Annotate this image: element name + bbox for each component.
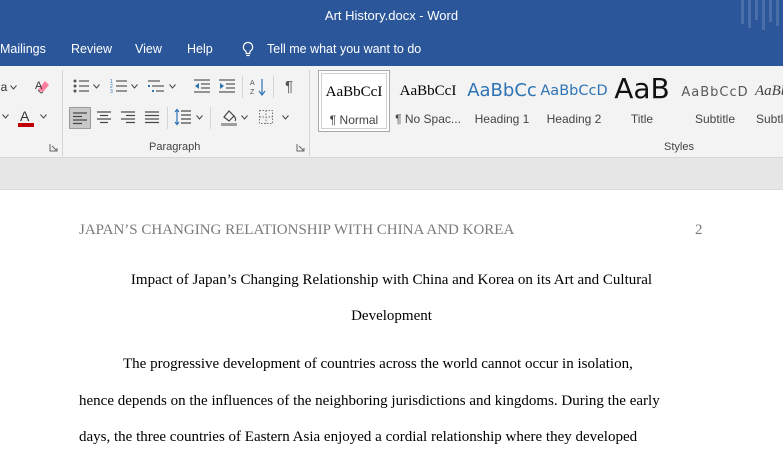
style-subtle-emphasis[interactable]: AaBb Subtl	[753, 70, 783, 132]
tab-help[interactable]: Help	[187, 38, 213, 60]
ribbon-separator	[309, 70, 310, 156]
style-no-spacing[interactable]: AaBbCcI ¶ No Spac...	[392, 70, 464, 132]
style-preview: AaBbCcD	[540, 83, 608, 99]
style-name: Subtitle	[694, 112, 736, 126]
shading-icon[interactable]	[219, 107, 239, 127]
line-spacing-icon[interactable]	[174, 108, 192, 126]
tab-mailings[interactable]: Mailings	[0, 38, 46, 60]
multilevel-list-icon[interactable]	[147, 77, 165, 95]
show-formatting-marks-icon[interactable]: ¶	[280, 77, 298, 95]
document-heading[interactable]: Impact of Japan’s Changing Relationship …	[0, 272, 783, 289]
title-bar: Art History.docx - Word Mailings Review …	[0, 0, 783, 66]
tell-me-search[interactable]: Tell me what you want to do	[267, 38, 421, 60]
title-bar-pattern-icon	[741, 0, 779, 30]
svg-text:Z: Z	[250, 89, 255, 96]
lightbulb-icon[interactable]	[240, 41, 256, 58]
tab-review[interactable]: Review	[71, 38, 112, 60]
ribbon-separator	[62, 70, 63, 156]
svg-text:A: A	[20, 108, 30, 124]
svg-text:A: A	[35, 80, 43, 92]
paragraph-group-label: Paragraph	[149, 141, 201, 153]
ribbon-separator	[242, 76, 243, 98]
style-preview: AaB	[614, 72, 670, 105]
window-title: Art History.docx - Word	[324, 8, 459, 23]
borders-icon[interactable]	[258, 109, 274, 125]
style-name: Subtl	[756, 112, 783, 126]
page-number[interactable]: 2	[695, 222, 703, 239]
chevron-down-icon[interactable]	[2, 114, 9, 119]
paragraph-line[interactable]: The progressive development of countries…	[123, 356, 633, 373]
clear-formatting-icon[interactable]: A	[34, 77, 52, 95]
document-page[interactable]: JAPAN’S CHANGING RELATIONSHIP WITH CHINA…	[0, 190, 783, 461]
align-left-icon	[73, 112, 87, 125]
ribbon-separator	[167, 107, 168, 129]
font-size-box-edge[interactable]: a	[0, 78, 8, 96]
style-preview: AaBbCcI	[399, 83, 457, 99]
style-name: Title	[630, 112, 654, 126]
ribbon: a A A 123 A Z ¶ Paragraph AaBbCcI ¶ Norm…	[0, 66, 783, 158]
style-heading-1[interactable]: AaBbCc Heading 1	[466, 70, 538, 132]
bullets-icon[interactable]	[72, 77, 90, 95]
style-subtitle[interactable]: AaBbCcD Subtitle	[679, 70, 751, 132]
numbering-icon[interactable]: 123	[110, 77, 128, 95]
style-name: ¶ No Spac...	[395, 112, 461, 126]
style-title[interactable]: AaB Title	[606, 70, 678, 132]
svg-text:A: A	[250, 80, 255, 87]
font-dialog-launcher-icon[interactable]	[49, 143, 58, 152]
style-preview: AaBbCcI	[325, 84, 383, 100]
align-right-icon[interactable]	[120, 110, 136, 124]
document-heading-continued[interactable]: Development	[0, 308, 783, 325]
justify-icon[interactable]	[144, 110, 160, 124]
paragraph-dialog-launcher-icon[interactable]	[296, 143, 305, 152]
paragraph-line[interactable]: hence depends on the influences of the n…	[79, 393, 660, 410]
paragraph-line[interactable]: days, the three countries of Eastern Asi…	[79, 429, 637, 446]
style-name: ¶ Normal	[329, 113, 379, 127]
ribbon-separator	[273, 76, 274, 98]
ribbon-separator	[210, 107, 211, 129]
styles-group-label: Styles	[664, 141, 694, 153]
align-left-button[interactable]	[69, 107, 91, 129]
tab-view[interactable]: View	[135, 38, 162, 60]
chevron-down-icon[interactable]	[241, 115, 248, 120]
chevron-down-icon[interactable]	[282, 115, 289, 120]
style-heading-2[interactable]: AaBbCcD Heading 2	[538, 70, 610, 132]
style-preview: AaBbCc	[467, 80, 537, 101]
chevron-down-icon[interactable]	[93, 84, 100, 89]
styles-gallery: AaBbCcI ¶ Normal AaBbCcI ¶ No Spac... Aa…	[318, 70, 783, 132]
running-header[interactable]: JAPAN’S CHANGING RELATIONSHIP WITH CHINA…	[79, 222, 514, 239]
font-color-icon[interactable]: A	[17, 108, 35, 128]
chevron-down-icon[interactable]	[40, 114, 47, 119]
chevron-down-icon[interactable]	[131, 84, 138, 89]
style-name: Heading 2	[546, 112, 602, 126]
style-preview: AaBbCcD	[681, 85, 749, 100]
decrease-indent-icon[interactable]	[193, 77, 211, 95]
sort-icon[interactable]: A Z	[249, 77, 267, 97]
svg-text:3: 3	[110, 89, 113, 95]
style-normal[interactable]: AaBbCcI ¶ Normal	[318, 70, 390, 132]
chevron-down-icon[interactable]	[10, 85, 17, 90]
style-preview: AaBb	[755, 83, 783, 99]
align-center-icon[interactable]	[96, 110, 112, 124]
chevron-down-icon[interactable]	[169, 84, 176, 89]
increase-indent-icon[interactable]	[218, 77, 236, 95]
style-name: Heading 1	[474, 112, 530, 126]
ruler-area	[0, 158, 783, 190]
chevron-down-icon[interactable]	[196, 115, 203, 120]
